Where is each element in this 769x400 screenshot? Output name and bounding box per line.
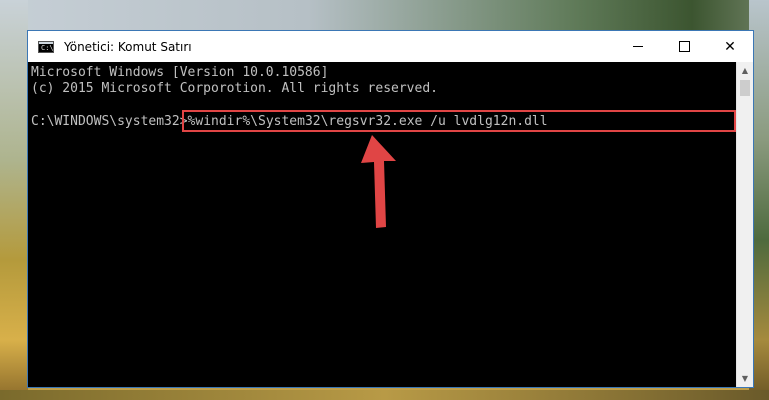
maximize-icon: [678, 41, 690, 52]
desktop-wallpaper-bottom: [0, 390, 769, 400]
close-icon: ✕: [724, 38, 736, 55]
desktop-wallpaper-left: [0, 0, 28, 400]
scroll-down-button[interactable]: ▼: [737, 370, 753, 387]
minimize-button[interactable]: [615, 31, 661, 62]
console-line-copyright: (c) 2015 Microsoft Corporotion. All righ…: [31, 81, 438, 96]
prompt-path: C:\WINDOWS\system32>: [31, 114, 188, 129]
close-button[interactable]: ✕: [707, 31, 753, 62]
vertical-scrollbar[interactable]: ▲ ▼: [736, 62, 753, 387]
red-arrow-icon: [361, 135, 396, 228]
console-line-version: Microsoft Windows [Version 10.0.10586]: [31, 65, 329, 80]
title-bar[interactable]: C:\ Yönetici: Komut Satırı ✕: [28, 31, 753, 62]
minimize-icon: [633, 46, 643, 47]
desktop-wallpaper-top: [0, 0, 769, 30]
scroll-thumb[interactable]: [740, 80, 750, 96]
cmd-icon[interactable]: C:\: [38, 40, 54, 53]
maximize-button[interactable]: [661, 31, 707, 62]
window-title: Yönetici: Komut Satırı: [64, 39, 192, 54]
scroll-up-button[interactable]: ▲: [737, 62, 753, 79]
command-highlight-box: [182, 110, 736, 132]
